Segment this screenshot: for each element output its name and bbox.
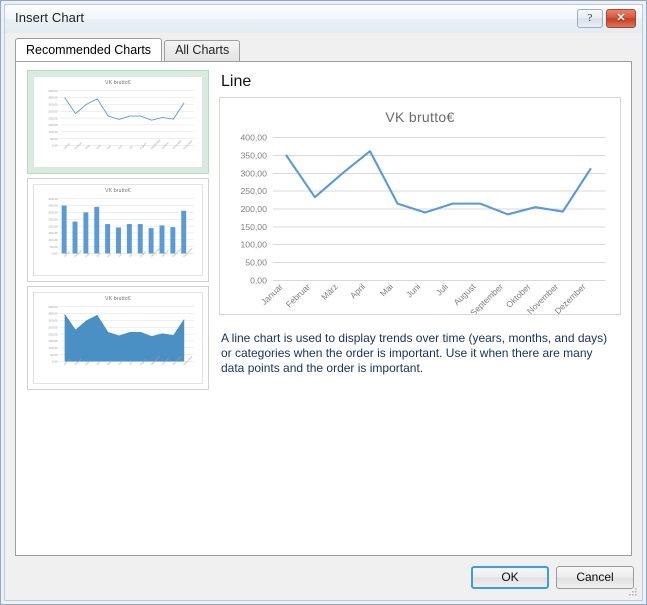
svg-text:100,00: 100,00 <box>240 240 267 250</box>
recommendation-item-column[interactable]: VK brutto€ 400,00 350,00 300,00 250,00 2… <box>27 178 209 282</box>
svg-text:250,00: 250,00 <box>48 109 58 113</box>
dialog-inner-frame: Insert Chart ? ✕ Recommended Charts All … <box>4 4 643 601</box>
svg-text:März: März <box>319 282 340 302</box>
svg-text:0,00: 0,00 <box>52 252 58 256</box>
svg-text:April: April <box>348 282 367 301</box>
svg-text:400,00: 400,00 <box>48 89 58 93</box>
svg-text:November: November <box>171 139 183 150</box>
svg-text:350,00: 350,00 <box>48 312 58 316</box>
svg-text:0,00: 0,00 <box>250 275 267 285</box>
svg-text:August: August <box>451 281 478 307</box>
svg-text:350,00: 350,00 <box>48 204 58 208</box>
svg-text:300,00: 300,00 <box>48 319 58 323</box>
svg-text:0,00: 0,00 <box>52 144 58 148</box>
svg-text:200,00: 200,00 <box>48 332 58 336</box>
column-chart-thumbnail: VK brutto€ 400,00 350,00 300,00 250,00 2… <box>33 184 203 276</box>
svg-text:Mai: Mai <box>378 282 395 299</box>
chart-description: A line chart is used to display trends o… <box>221 331 608 375</box>
thumbnail-line-plot: 400,00 350,00 300,00 250,00 200,00 150,00 1… <box>48 89 195 151</box>
thumbnail-area-plot: 400,00 350,00 300,00 250,00 200,00 150,00 1… <box>48 305 195 366</box>
recommendation-item-line[interactable]: VK brutto€ 400,00 350,00 300,00 250,00 2… <box>27 70 209 174</box>
line-chart-preview: 400,00 350,00 300,00 250,00 200,00 150,0… <box>240 133 606 318</box>
svg-text:0,00: 0,00 <box>52 360 58 364</box>
tab-strip: Recommended Charts All Charts <box>15 38 241 61</box>
svg-text:350,00: 350,00 <box>240 151 267 161</box>
svg-text:50,00: 50,00 <box>50 353 58 357</box>
svg-text:50,00: 50,00 <box>245 258 267 268</box>
svg-text:250,00: 250,00 <box>240 186 267 196</box>
svg-text:150,00: 150,00 <box>48 231 58 235</box>
line-chart-thumbnail: VK brutto€ 400,00 350,00 300,00 250,00 2… <box>33 76 203 168</box>
svg-text:Januar: Januar <box>259 282 285 307</box>
svg-text:200,00: 200,00 <box>48 224 58 228</box>
resize-grip-icon[interactable] <box>627 586 638 597</box>
svg-text:50,00: 50,00 <box>50 245 58 249</box>
chart-preview-pane: Line VK brutto€ 400,00 350,00 300,00 250… <box>219 70 621 547</box>
ok-button[interactable]: OK <box>471 566 549 589</box>
title-bar: Insert Chart ? ✕ <box>5 5 642 33</box>
svg-text:300,00: 300,00 <box>48 211 58 215</box>
area-chart-thumbnail: VK brutto€ 400,00 350,00 300,00 250,00 2… <box>33 292 203 384</box>
close-icon[interactable]: ✕ <box>606 9 636 28</box>
recommendation-item-area[interactable]: VK brutto€ 400,00 350,00 300,00 250,00 2… <box>27 286 209 390</box>
chart-title: VK brutto€ <box>385 109 455 125</box>
svg-text:Februar: Februar <box>284 282 313 310</box>
svg-text:250,00: 250,00 <box>48 325 58 329</box>
svg-text:Dezember: Dezember <box>182 139 194 150</box>
svg-text:100,00: 100,00 <box>48 346 58 350</box>
tab-panel-recommended-charts: VK brutto€ 400,00 350,00 300,00 250,00 2… <box>15 61 632 556</box>
thumbnail-column-plot: 400,00 350,00 300,00 250,00 200,00 150,00 1… <box>48 197 195 258</box>
svg-text:200,00: 200,00 <box>240 204 267 214</box>
svg-text:Juni: Juni <box>404 282 422 300</box>
svg-text:100,00: 100,00 <box>48 130 58 134</box>
recommended-charts-list[interactable]: VK brutto€ 400,00 350,00 300,00 250,00 2… <box>27 70 209 395</box>
svg-text:März: März <box>84 143 91 150</box>
svg-text:150,00: 150,00 <box>48 339 58 343</box>
svg-text:Juli: Juli <box>128 144 134 150</box>
svg-text:400,00: 400,00 <box>48 305 58 309</box>
insert-chart-dialog: Insert Chart ? ✕ Recommended Charts All … <box>0 0 647 605</box>
svg-text:400,00: 400,00 <box>240 133 267 143</box>
svg-text:September: September <box>149 138 161 150</box>
tab-all-charts[interactable]: All Charts <box>164 40 241 61</box>
svg-text:April: April <box>95 143 102 150</box>
svg-text:300,00: 300,00 <box>240 168 267 178</box>
svg-text:350,00: 350,00 <box>48 96 58 100</box>
svg-text:400,00: 400,00 <box>48 197 58 201</box>
svg-text:250,00: 250,00 <box>48 217 58 221</box>
tab-recommended-charts[interactable]: Recommended Charts <box>15 38 163 61</box>
svg-text:150,00: 150,00 <box>48 123 58 127</box>
svg-text:200,00: 200,00 <box>48 116 58 120</box>
svg-text:100,00: 100,00 <box>48 238 58 242</box>
help-button[interactable]: ? <box>577 9 603 28</box>
chart-preview-box: VK brutto€ 400,00 350,00 300,00 250,00 2… <box>219 97 621 318</box>
svg-text:150,00: 150,00 <box>240 222 267 232</box>
svg-text:300,00: 300,00 <box>48 103 58 107</box>
svg-text:50,00: 50,00 <box>50 137 58 141</box>
cancel-button[interactable]: Cancel <box>556 566 634 589</box>
svg-text:Januar: Januar <box>63 142 72 151</box>
svg-text:Juli: Juli <box>434 282 450 298</box>
dialog-title: Insert Chart <box>15 10 85 25</box>
preview-chart-type-heading: Line <box>221 73 252 90</box>
svg-text:Mai: Mai <box>106 144 112 150</box>
svg-text:Juni: Juni <box>117 144 124 151</box>
